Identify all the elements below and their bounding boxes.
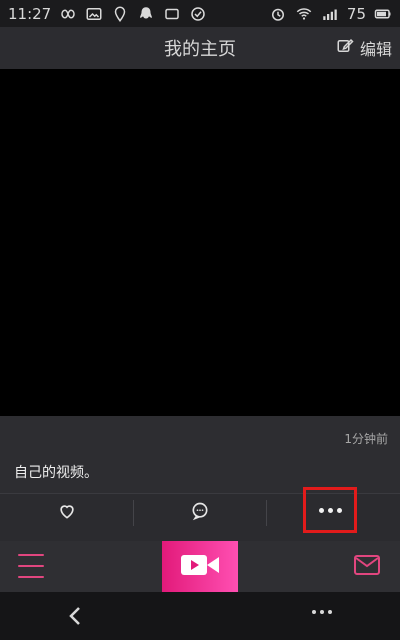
edit-icon [336,37,354,59]
system-navbar [0,592,400,640]
alarm-icon [269,5,287,23]
record-video-button[interactable] [162,541,238,592]
more-options-button[interactable] [303,487,357,533]
wifi-icon [295,5,313,23]
edit-label: 编辑 [359,40,392,59]
more-dots-icon [312,610,316,614]
post-icon [163,5,181,23]
comment-icon [190,501,210,525]
battery-icon [374,5,392,23]
status-bar: 11:27 75 [0,0,400,27]
post-caption: 自己的视频。 [14,465,98,481]
mail-icon [354,555,380,580]
like-button[interactable] [0,494,133,532]
status-time: 11:27 [8,4,52,23]
back-button[interactable] [64,604,88,628]
menu-icon[interactable] [18,554,44,578]
infinity-icon [59,5,77,23]
nav-more-button[interactable] [312,610,332,614]
status-left: 11:27 [8,5,207,23]
signal-icon [321,5,339,23]
video-camera-icon [179,552,221,582]
badge-icon [111,5,129,23]
top-header: 我的主页 编辑 [0,27,400,69]
status-right: 75 [269,5,392,23]
penguin-icon [137,5,155,23]
check-icon [189,5,207,23]
divider [266,500,267,526]
edit-button[interactable]: 编辑 [336,27,392,69]
back-icon [64,607,88,632]
post-time: 1分钟前 [344,432,388,446]
comment-button[interactable] [134,494,266,532]
battery-percent: 75 [346,4,366,23]
page-title: 我的主页 [164,39,236,60]
heart-icon [57,501,77,525]
bottom-tabbar [0,541,400,592]
video-player[interactable] [0,69,400,416]
more-dots-icon [318,507,342,513]
mail-button[interactable] [354,554,380,576]
image-icon [85,5,103,23]
